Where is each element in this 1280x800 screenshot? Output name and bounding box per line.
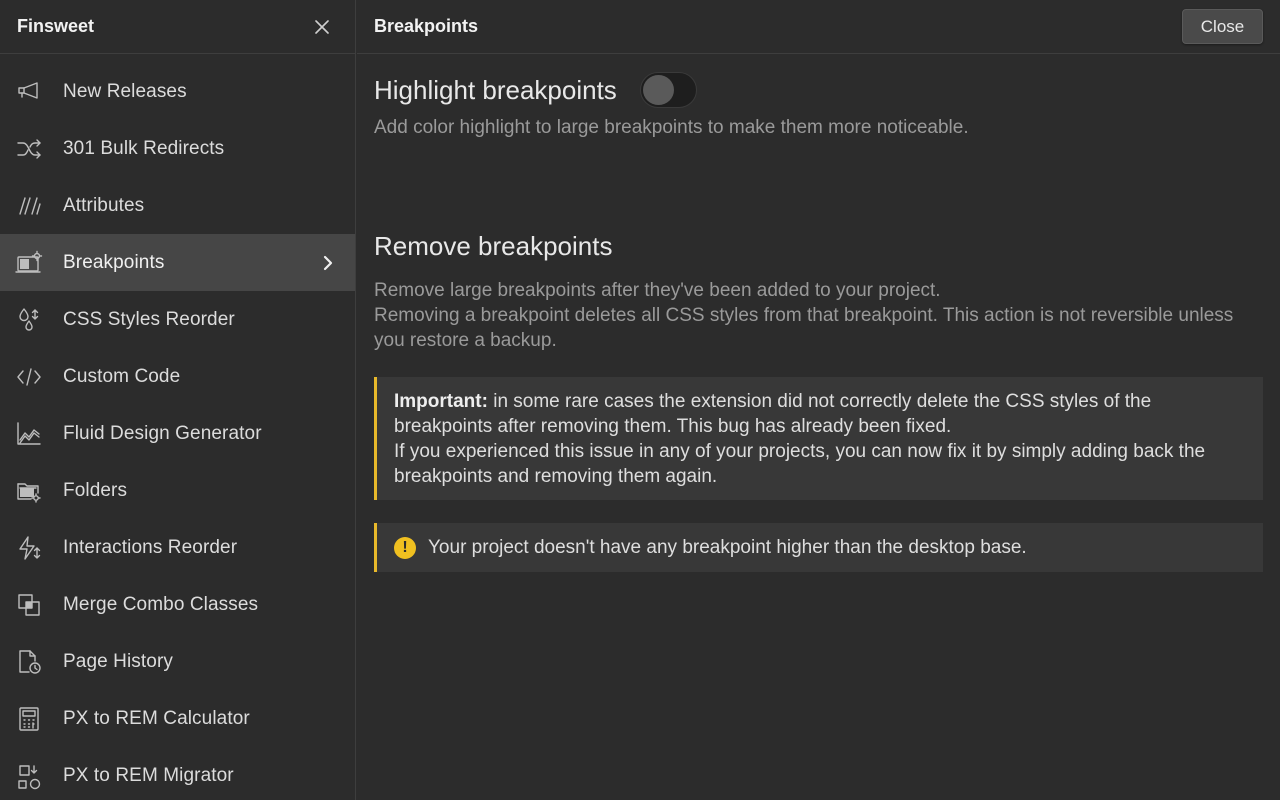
- sidebar-item-label: Attributes: [63, 194, 145, 216]
- brand-title: Finsweet: [17, 16, 95, 36]
- migrator-icon: [14, 761, 44, 791]
- sidebar-item-new-releases[interactable]: New Releases: [0, 63, 355, 120]
- sidebar-item-label: Interactions Reorder: [63, 536, 238, 558]
- remove-section: Remove breakpoints Remove large breakpoi…: [357, 231, 1280, 572]
- remove-description: Remove large breakpoints after they've b…: [374, 278, 1263, 353]
- sidebar-item-label: CSS Styles Reorder: [63, 308, 235, 330]
- main-panel: Breakpoints Close Highlight breakpoints …: [357, 0, 1280, 800]
- sidebar-item-label: Merge Combo Classes: [63, 593, 259, 615]
- sidebar-item-label: Folders: [63, 479, 128, 501]
- sidebar-item-label: Fluid Design Generator: [63, 422, 262, 444]
- highlight-toggle[interactable]: [639, 72, 697, 108]
- megaphone-icon: [14, 77, 44, 107]
- sidebar: Finsweet New Releases 301 Bulk Redirects…: [0, 0, 356, 800]
- sidebar-item-fluid-design-generator[interactable]: Fluid Design Generator: [0, 405, 355, 462]
- sidebar-item-custom-code[interactable]: Custom Code: [0, 348, 355, 405]
- breakpoints-icon: [14, 248, 44, 278]
- sidebar-item-merge-combo-classes[interactable]: Merge Combo Classes: [0, 576, 355, 633]
- sidebar-item-breakpoints[interactable]: Breakpoints: [0, 234, 355, 291]
- sidebar-item-label: Custom Code: [63, 365, 181, 387]
- chevron-right-icon: [321, 254, 335, 272]
- sidebar-item-label: Breakpoints: [63, 251, 165, 273]
- sidebar-item-label: Page History: [63, 650, 173, 672]
- warning-callout: ! Your project doesn't have any breakpoi…: [374, 523, 1263, 572]
- important-callout: Important: in some rare cases the extens…: [374, 377, 1263, 500]
- sidebar-item-label: PX to REM Migrator: [63, 764, 234, 786]
- close-button[interactable]: Close: [1182, 9, 1263, 44]
- highlight-section: Highlight breakpoints Add color highligh…: [357, 72, 1280, 140]
- merge-squares-icon: [14, 590, 44, 620]
- attributes-icon: [14, 191, 44, 221]
- sidebar-item-px-to-rem-migrator[interactable]: PX to REM Migrator: [0, 747, 355, 800]
- highlight-description: Add color highlight to large breakpoints…: [374, 117, 969, 138]
- main-header: Breakpoints Close: [357, 0, 1280, 54]
- important-followup: If you experienced this issue in any of …: [394, 441, 1206, 487]
- important-paragraph: Important: in some rare cases the extens…: [394, 389, 1245, 439]
- remove-title: Remove breakpoints: [374, 231, 613, 261]
- sidebar-item-interactions-reorder[interactable]: Interactions Reorder: [0, 519, 355, 576]
- important-text: in some rare cases the extension did not…: [394, 391, 1152, 437]
- remove-description-line1: Remove large breakpoints after they've b…: [374, 280, 941, 301]
- close-icon[interactable]: [313, 18, 331, 36]
- sidebar-item-label: 301 Bulk Redirects: [63, 137, 225, 159]
- sidebar-nav: New Releases 301 Bulk Redirects Attribut…: [0, 54, 355, 800]
- sidebar-header: Finsweet: [0, 0, 355, 54]
- page-history-icon: [14, 647, 44, 677]
- drops-reorder-icon: [14, 305, 44, 335]
- toggle-knob: [642, 75, 674, 105]
- folder-gear-icon: [14, 476, 44, 506]
- sidebar-item-page-history[interactable]: Page History: [0, 633, 355, 690]
- sidebar-item-px-to-rem-calculator[interactable]: PX to REM Calculator: [0, 690, 355, 747]
- sidebar-item-css-styles-reorder[interactable]: CSS Styles Reorder: [0, 291, 355, 348]
- sidebar-item-label: PX to REM Calculator: [63, 707, 250, 729]
- sidebar-item-301-bulk-redirects[interactable]: 301 Bulk Redirects: [0, 120, 355, 177]
- important-label: Important:: [394, 391, 488, 412]
- sidebar-item-label: New Releases: [63, 80, 187, 102]
- warning-text: Your project doesn't have any breakpoint…: [428, 536, 1027, 558]
- lightning-reorder-icon: [14, 533, 44, 563]
- code-icon: [14, 362, 44, 392]
- sidebar-item-attributes[interactable]: Attributes: [0, 177, 355, 234]
- highlight-row: Highlight breakpoints: [374, 72, 1263, 108]
- shuffle-icon: [14, 134, 44, 164]
- sidebar-item-folders[interactable]: Folders: [0, 462, 355, 519]
- exclamation-circle-icon: !: [394, 536, 416, 559]
- highlight-title: Highlight breakpoints: [374, 74, 617, 105]
- chart-area-icon: [14, 419, 44, 449]
- page-title: Breakpoints: [374, 16, 479, 36]
- calculator-icon: [14, 704, 44, 734]
- remove-description-line2: Removing a breakpoint deletes all CSS st…: [374, 305, 1234, 351]
